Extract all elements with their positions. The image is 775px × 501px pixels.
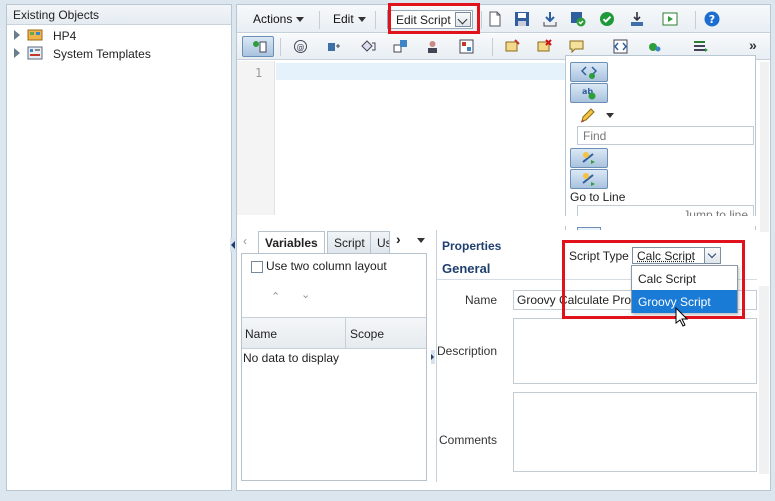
save-icon[interactable] <box>514 11 530 27</box>
separator <box>481 11 482 29</box>
function-icon[interactable]: @ <box>293 39 308 54</box>
actions-label: Actions <box>253 12 293 26</box>
expand-arrow-icon[interactable] <box>14 48 20 58</box>
grid-icon[interactable] <box>459 39 474 54</box>
name-label: Name <box>464 293 497 307</box>
comments-label: Comments <box>438 433 497 447</box>
expand-arrow-icon[interactable] <box>14 30 20 40</box>
collapse-left-arrow-icon[interactable] <box>230 238 236 252</box>
description-input[interactable] <box>513 318 757 384</box>
caret-down-icon <box>296 17 305 23</box>
application-icon <box>27 29 43 41</box>
save-validate-icon[interactable] <box>570 11 586 27</box>
main-toolbar: Actions Edit Edit Script ? <box>237 5 770 33</box>
member-selector-button[interactable] <box>242 36 274 57</box>
tree-item-hp4[interactable]: HP4 <box>7 27 231 45</box>
find-previous-icon <box>582 152 595 164</box>
caret-down-icon[interactable] <box>606 113 614 118</box>
comments-input[interactable] <box>513 392 757 472</box>
code-view-button[interactable] <box>570 62 608 82</box>
edit-label: Edit <box>333 12 354 26</box>
separator <box>492 38 493 56</box>
existing-objects-panel: Existing Objects HP4 System Templates <box>6 4 232 491</box>
caret-down-icon <box>357 17 366 23</box>
validate-check-icon[interactable] <box>599 11 615 27</box>
general-section-title: General <box>442 261 491 276</box>
separator <box>280 38 281 56</box>
find-next-icon <box>582 173 595 186</box>
panel-header: Existing Objects <box>7 5 231 25</box>
tab-label: Script <box>334 236 365 250</box>
tab-variables[interactable]: Variables <box>258 231 325 253</box>
new-document-icon[interactable] <box>487 11 503 27</box>
variables-body: Use two column layout ⌃ ⌄ Name Scope No … <box>241 253 427 481</box>
move-up-icon[interactable]: ⌃ <box>271 290 280 303</box>
variable-icon[interactable] <box>327 39 342 54</box>
remove-comment-icon[interactable] <box>537 39 552 54</box>
download-icon[interactable] <box>542 11 558 27</box>
two-column-label: Use two column layout <box>266 259 387 273</box>
description-label: Description <box>437 344 498 358</box>
find-next-button[interactable] <box>570 169 608 189</box>
user-variable-icon[interactable] <box>425 39 440 54</box>
tree-item-label: System Templates <box>53 47 151 61</box>
actions-menu[interactable]: Actions <box>253 12 305 26</box>
insert-comment-icon[interactable] <box>505 39 520 54</box>
refresh-icon[interactable] <box>647 39 662 54</box>
mouse-pointer-icon <box>675 307 689 327</box>
variables-panel: ‹ Variables Script Us › Use two column l… <box>237 228 431 482</box>
member-list-icon <box>253 41 267 53</box>
properties-title: Properties <box>442 239 502 253</box>
svg-text:?: ? <box>709 13 715 26</box>
svg-text:@: @ <box>297 43 305 52</box>
templates-icon <box>27 46 43 60</box>
tab-menu-caret-icon[interactable] <box>417 238 425 243</box>
tab-label: Variables <box>265 236 318 250</box>
separator <box>319 11 320 29</box>
launch-icon[interactable] <box>662 11 678 27</box>
column-header-name[interactable]: Name <box>245 327 277 341</box>
horizontal-splitter[interactable] <box>237 216 770 226</box>
help-icon[interactable]: ? <box>704 11 720 27</box>
highlight-edit-script <box>388 3 480 34</box>
tab-scroll-right-icon[interactable]: › <box>396 231 401 247</box>
separator <box>375 11 376 29</box>
tree-item-system-templates[interactable]: System Templates <box>7 45 231 63</box>
line-gutter: 1 <box>237 61 275 215</box>
properties-scrollbar[interactable] <box>759 286 769 474</box>
script-editor[interactable]: 1 <box>237 61 565 215</box>
overflow-chevron-icon[interactable]: » <box>749 37 757 53</box>
tab-label: Us <box>377 236 389 250</box>
variables-grid-header: Name Scope <box>242 317 426 349</box>
column-header-scope[interactable]: Scope <box>350 327 384 341</box>
highlighter-icon[interactable] <box>580 107 596 123</box>
smartlist-icon[interactable] <box>361 39 376 54</box>
column-divider <box>345 318 346 349</box>
editor-scrollbar[interactable] <box>760 62 769 232</box>
edit-menu[interactable]: Edit <box>333 12 366 26</box>
highlight-script-type <box>562 240 745 319</box>
tab-usage[interactable]: Us <box>370 231 390 253</box>
current-line-highlight[interactable] <box>276 63 565 80</box>
code-check-icon <box>581 66 597 79</box>
tab-scroll-left-icon[interactable]: ‹ <box>243 234 247 248</box>
list-icon[interactable] <box>693 39 708 54</box>
find-input[interactable]: Find <box>577 126 754 145</box>
separator <box>695 11 696 29</box>
two-column-checkbox[interactable] <box>251 261 263 273</box>
code-format-icon[interactable] <box>613 39 628 54</box>
empty-grid-message: No data to display <box>243 351 340 365</box>
find-replace-icon: ab <box>582 87 596 100</box>
deploy-icon[interactable] <box>629 11 645 27</box>
tree-item-label: HP4 <box>53 29 77 43</box>
find-previous-button[interactable] <box>570 148 608 168</box>
goto-line-label: Go to Line <box>570 190 626 204</box>
comment-icon[interactable] <box>569 39 584 54</box>
find-replace-button[interactable]: ab <box>570 83 608 103</box>
tab-script[interactable]: Script <box>327 231 372 253</box>
move-down-icon[interactable]: ⌄ <box>301 288 310 301</box>
dimension-icon[interactable] <box>393 39 408 54</box>
line-number: 1 <box>255 66 263 80</box>
